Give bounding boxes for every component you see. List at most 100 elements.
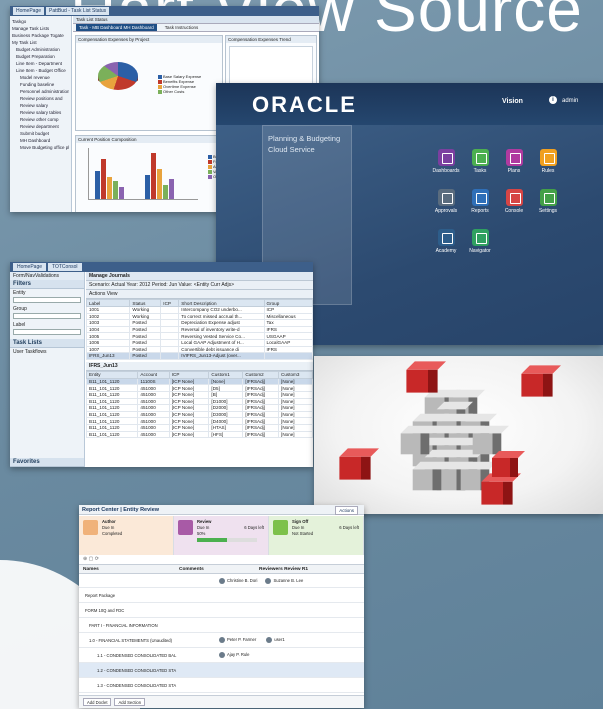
- tab-home[interactable]: HomePage: [13, 7, 45, 15]
- table-row[interactable]: B11_101_1120 451000 [ICP None] [D1000] [IFRS…: [85, 397, 313, 406]
- tree-item[interactable]: Review positions and: [12, 95, 69, 102]
- column-header[interactable]: Entity: [85, 370, 139, 379]
- table-row[interactable]: 1002 Working To correct missed accrual th.…: [85, 312, 313, 321]
- sub-tab[interactable]: Form/NavValidations: [10, 272, 84, 280]
- column-header[interactable]: Custom1: [208, 370, 244, 379]
- table-cell: [ICP None]: [168, 377, 210, 386]
- tab-home[interactable]: HomePage: [13, 263, 47, 271]
- stage-author[interactable]: Author Due In Completed: [79, 516, 174, 555]
- tree-item[interactable]: Review department: [12, 123, 69, 130]
- doclet-row[interactable]: 1.1 - CONDENSED CONSOLIDATED BAL Ajay P. …: [79, 648, 364, 663]
- tile-dashboards[interactable]: Dashboards: [429, 149, 463, 174]
- tree-item[interactable]: Move Budgeting office plan: [12, 144, 69, 151]
- cube-front: [400, 433, 421, 455]
- task-tree: Taskgo Manage Task Lists Business Package …: [10, 16, 72, 212]
- cube-front: [339, 456, 361, 480]
- tree-item[interactable]: MH Dashboard: [12, 137, 69, 144]
- table-row[interactable]: B11_101_1120 451000 [ICP None] [D3000] [IFRS…: [85, 410, 313, 419]
- group-field[interactable]: [13, 313, 81, 319]
- add-section-button[interactable]: Add Section: [114, 698, 146, 706]
- table-cell: Working: [129, 312, 162, 321]
- cube-top: [339, 448, 379, 457]
- tab-totconsol[interactable]: TOTConsol: [48, 263, 82, 271]
- table-row[interactable]: B11_101_1120 451000 [ICP None] [B] [IFRSAdj]…: [85, 390, 313, 399]
- tree-item[interactable]: Funding baseline: [12, 81, 69, 88]
- table-row[interactable]: 1006 Posted Local GAAP Adjustment of H... L…: [85, 338, 313, 347]
- tree-item[interactable]: Line Item - Budget Office: [12, 67, 69, 74]
- column-header[interactable]: Account: [137, 370, 170, 379]
- column-header[interactable]: ICP: [168, 370, 210, 379]
- tile-navigator[interactable]: Navigator: [463, 229, 497, 254]
- table-row[interactable]: 1007 Posted Convertible debt issuance di IF…: [85, 345, 313, 354]
- column-header[interactable]: Status: [129, 299, 162, 307]
- table-row[interactable]: 1001 Working Intercompany CO2 underbo... IC…: [85, 306, 313, 314]
- column-header[interactable]: Custom2: [242, 370, 280, 379]
- table-row[interactable]: 1005 Posted Reversing Vested Service Co...…: [85, 332, 313, 340]
- toolbar-icons[interactable]: ⊕ ▢ ⟳: [83, 556, 99, 562]
- table-row[interactable]: B11_101_1120 11100S [ICP None] [None] [IFRSA…: [85, 377, 313, 386]
- table-cell: [ICP None]: [168, 410, 210, 419]
- tree-item[interactable]: Review other comp: [12, 116, 69, 123]
- actions-bar[interactable]: Actions View: [86, 290, 313, 299]
- tile-console[interactable]: Console: [497, 189, 531, 214]
- tree-item[interactable]: Review salary: [12, 102, 69, 109]
- table-cell: [ICP None]: [168, 390, 210, 399]
- tile-plans[interactable]: Plans: [497, 149, 531, 174]
- bar: [169, 179, 174, 199]
- tree-item[interactable]: Manage Task Lists: [12, 25, 69, 32]
- help-icon[interactable]: i: [549, 96, 557, 104]
- tile-academy[interactable]: Academy: [429, 229, 463, 254]
- tile-label: Console: [504, 208, 524, 214]
- user-menu[interactable]: admin: [562, 98, 578, 104]
- column-header[interactable]: Group: [263, 299, 313, 307]
- column-header[interactable]: Short Description: [178, 299, 265, 307]
- tree-item[interactable]: Budget Preparation: [12, 53, 69, 60]
- table-row[interactable]: 1004 Posted Reversal of inventory write-d I…: [85, 325, 313, 334]
- table-row[interactable]: B11_101_1120 451000 [ICP None] [HTAS] [IFRSA…: [85, 423, 313, 432]
- doclet-row[interactable]: 1.0 - FINANCIAL STATEMENTS (Unaudited) Pe…: [79, 633, 364, 648]
- table-row[interactable]: B11_101_1120 451000 [ICP None] [D4000] [IFRS…: [85, 417, 313, 425]
- stage-review[interactable]: Review Due In 6 Days left 50%: [174, 516, 269, 555]
- tile-reports[interactable]: Reports: [463, 189, 497, 214]
- doclet-row[interactable]: FORM 10Q and FDC: [79, 603, 364, 618]
- column-header[interactable]: Label: [85, 299, 131, 307]
- doclet-row[interactable]: 1.3 - CONDENSED CONSOLIDATED STA: [79, 678, 364, 693]
- pov-bar[interactable]: Scenario: Actual Year: 2012 Period: Jun …: [86, 281, 313, 290]
- tab-instructions[interactable]: Task Instructions: [165, 24, 199, 31]
- doclet-row[interactable]: Report Package: [79, 588, 364, 603]
- tree-item[interactable]: My Task List: [12, 39, 69, 46]
- table-row[interactable]: B11_101_1120 451000 [ICP None] [D5] [IFRSAdj…: [85, 384, 313, 392]
- tile-approvals[interactable]: Approvals: [429, 189, 463, 214]
- table-cell: [ICP None]: [168, 397, 210, 406]
- doclet-row[interactable]: PART I - FINANCIAL INFORMATION: [79, 618, 364, 633]
- tab-dashboard[interactable]: Task - MB Dashboard MH Dashboard: [76, 24, 157, 31]
- tree-item[interactable]: Model revenue: [12, 74, 69, 81]
- tree-item[interactable]: Line Item - Department: [12, 60, 69, 67]
- tree-item[interactable]: Budget Administration: [12, 46, 69, 53]
- reviewer: Suzanne B. Lee: [265, 577, 303, 584]
- table-row[interactable]: B11_101_1120 451000 [ICP None] [HFS] [IFRSAd…: [85, 430, 313, 439]
- tree-item[interactable]: Review salary tables: [12, 109, 69, 116]
- column-header[interactable]: Custom3: [278, 370, 313, 379]
- task-item[interactable]: User Taskflows: [10, 348, 84, 356]
- table-row[interactable]: IFRS_Jun13 Posted IVIFRS_Jun13-Adjust (ove…: [85, 352, 313, 360]
- add-doclet-button[interactable]: Add Doclet: [83, 698, 112, 706]
- tile-label: Tasks: [473, 168, 487, 174]
- table-row[interactable]: B11_101_1120 451000 [ICP None] [D2000] [IFRS…: [85, 404, 313, 412]
- actions-button[interactable]: Actions: [335, 506, 358, 515]
- stage-sign-off[interactable]: Sign Off Due In 6 Days left Not Started: [269, 516, 364, 555]
- tile-settings[interactable]: Settings: [531, 189, 565, 214]
- tree-item[interactable]: Personnel administration: [12, 88, 69, 95]
- entity-field[interactable]: [13, 297, 81, 303]
- doclet-row[interactable]: 1.2 - CONDENSED CONSOLIDATED STA: [79, 663, 364, 678]
- tree-item[interactable]: Submit budget: [12, 130, 69, 137]
- tree-item[interactable]: Business Package Togate: [12, 32, 69, 39]
- tab-task-list[interactable]: PattBud - Task List Status: [46, 7, 110, 15]
- tile-tasks[interactable]: Tasks: [463, 149, 497, 174]
- detail-title: IFRS_Jun13: [86, 361, 313, 371]
- table-row[interactable]: 1003 Posted Depreciation Expense adjust Tax: [85, 319, 313, 327]
- tree-item[interactable]: Taskgo: [12, 18, 69, 25]
- tile-rules[interactable]: Rules: [531, 149, 565, 174]
- label-field[interactable]: [13, 329, 81, 335]
- column-header[interactable]: ICP: [160, 299, 180, 307]
